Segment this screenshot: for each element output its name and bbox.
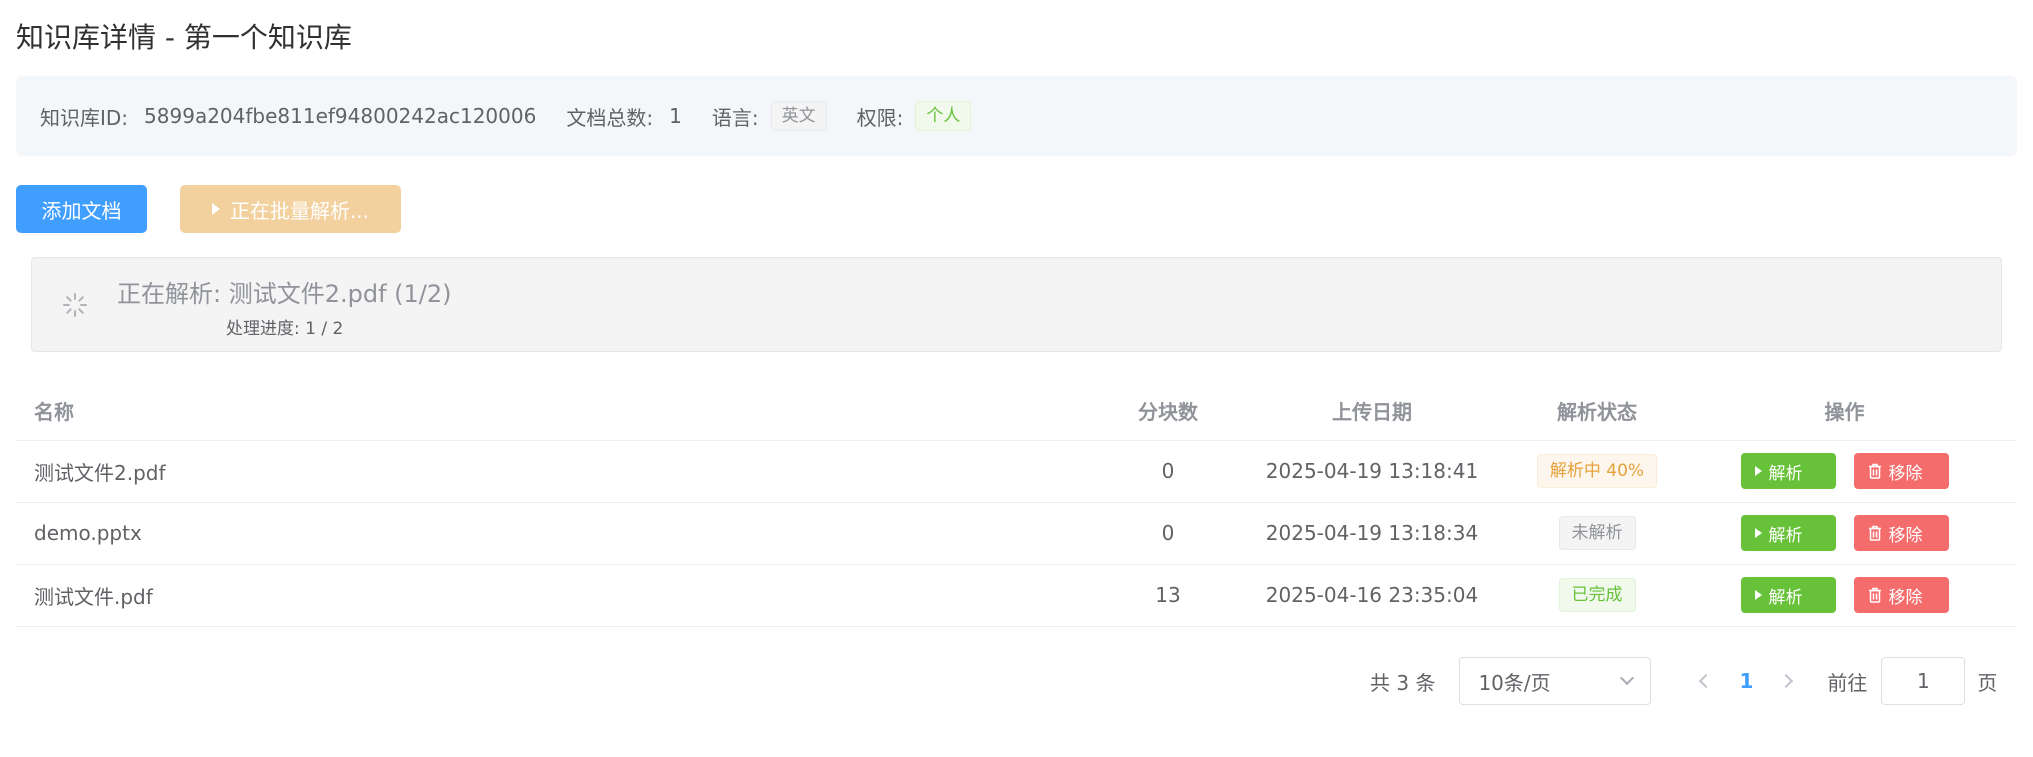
page-size-select[interactable]: 10条/页 [1459, 657, 1652, 705]
column-header-operations: 操作 [1672, 382, 2017, 441]
kb-id-value: 5899a204fbe811ef94800242ac120006 [144, 104, 537, 128]
parse-button[interactable]: 解析 [1740, 515, 1836, 551]
doc-count: 文档总数: 1 [566, 102, 681, 131]
kb-id-label: 知识库ID: [40, 105, 129, 130]
loading-spinner-icon [63, 293, 87, 317]
status-badge: 未解析 [1558, 516, 1636, 550]
permission-label: 权限: [856, 105, 904, 130]
remove-button[interactable]: 移除 [1853, 453, 1949, 489]
permission-tag: 个人 [915, 101, 972, 131]
batch-parse-label: 正在批量解析... [229, 198, 370, 223]
doc-chunks: 0 [1114, 440, 1222, 503]
doc-operations: 解析 移除 [1672, 502, 2017, 565]
column-header-parse-status: 解析状态 [1522, 382, 1672, 441]
add-document-button[interactable]: 添加文档 [16, 185, 147, 233]
doc-name: demo.pptx [16, 502, 1114, 565]
trash-icon [1868, 525, 1881, 541]
column-header-upload-date: 上传日期 [1222, 382, 1522, 441]
parse-button-label: 解析 [1768, 587, 1803, 608]
parsing-progress-title: 正在解析: 测试文件2.pdf (1/2) [117, 280, 452, 308]
documents-table: 名称 分块数 上传日期 解析状态 操作 测试文件2.pdf 0 2025-04-19… [16, 382, 2017, 627]
doc-count-value: 1 [669, 104, 682, 128]
language-label: 语言: [711, 105, 759, 130]
doc-chunks: 13 [1114, 564, 1222, 627]
column-header-chunks: 分块数 [1114, 382, 1222, 441]
parse-button-label: 解析 [1768, 463, 1803, 484]
parse-button[interactable]: 解析 [1740, 453, 1836, 489]
pagination-total: 共 3 条 [1370, 670, 1436, 695]
next-page-icon[interactable] [1779, 673, 1794, 689]
doc-name: 测试文件2.pdf [16, 440, 1114, 503]
remove-button[interactable]: 移除 [1853, 515, 1949, 551]
table-row: 测试文件2.pdf 0 2025-04-19 13:18:41 解析中 40% 解析 移除 [16, 440, 2017, 503]
doc-name: 测试文件.pdf [16, 564, 1114, 627]
doc-status-cell: 未解析 [1522, 502, 1672, 565]
permission: 权限: 个人 [857, 101, 972, 131]
doc-operations: 解析 移除 [1672, 564, 2017, 627]
remove-button-label: 移除 [1888, 463, 1923, 484]
play-icon [1754, 528, 1762, 538]
play-icon [1754, 466, 1762, 476]
table-row: demo.pptx 0 2025-04-19 13:18:34 未解析 解析 移除 [16, 502, 2017, 565]
table-row: 测试文件.pdf 13 2025-04-16 23:35:04 已完成 解析 移除 [16, 564, 2017, 627]
language: 语言: 英文 [712, 101, 827, 131]
remove-button-label: 移除 [1888, 525, 1923, 546]
status-badge: 已完成 [1558, 578, 1636, 612]
knowledge-base-info: 知识库ID: 5899a204fbe811ef94800242ac120006 … [16, 76, 2017, 156]
parse-button[interactable]: 解析 [1740, 577, 1836, 613]
column-header-name: 名称 [16, 382, 1114, 441]
page-title: 知识库详情 - 第一个知识库 [16, 21, 352, 54]
language-tag: 英文 [770, 101, 827, 131]
page-suffix: 页 [1977, 670, 1998, 695]
parse-button-label: 解析 [1768, 525, 1803, 546]
page-size-value: 10条/页 [1478, 670, 1551, 695]
kb-id: 知识库ID: 5899a204fbe811ef94800242ac120006 [40, 102, 536, 131]
batch-parse-button[interactable]: 正在批量解析... [180, 185, 401, 233]
chevron-down-icon [1620, 670, 1635, 686]
doc-count-label: 文档总数: [566, 105, 654, 130]
doc-status-cell: 已完成 [1522, 564, 1672, 627]
remove-button-label: 移除 [1888, 587, 1923, 608]
goto-page-input[interactable] [1881, 657, 1966, 705]
trash-icon [1868, 463, 1881, 479]
doc-chunks: 0 [1114, 502, 1222, 565]
remove-button[interactable]: 移除 [1853, 577, 1949, 613]
pagination: 共 3 条 10条/页 1 前往 页 [1370, 657, 1997, 705]
parsing-progress-detail: 处理进度: 1 / 2 [226, 319, 344, 339]
doc-upload-date: 2025-04-19 13:18:34 [1222, 502, 1522, 565]
play-icon [1754, 590, 1762, 600]
doc-upload-date: 2025-04-16 23:35:04 [1222, 564, 1522, 627]
prev-page-icon[interactable] [1699, 673, 1714, 689]
doc-operations: 解析 移除 [1672, 440, 2017, 503]
doc-upload-date: 2025-04-19 13:18:41 [1222, 440, 1522, 503]
page-number-current[interactable]: 1 [1739, 669, 1753, 693]
table-header-row: 名称 分块数 上传日期 解析状态 操作 [16, 382, 2017, 441]
doc-status-cell: 解析中 40% [1522, 440, 1672, 503]
goto-label: 前往 [1827, 670, 1868, 695]
play-icon [211, 203, 220, 215]
status-badge: 解析中 40% [1536, 454, 1658, 488]
trash-icon [1868, 587, 1881, 603]
parsing-progress-panel: 正在解析: 测试文件2.pdf (1/2) 处理进度: 1 / 2 [31, 257, 2002, 352]
